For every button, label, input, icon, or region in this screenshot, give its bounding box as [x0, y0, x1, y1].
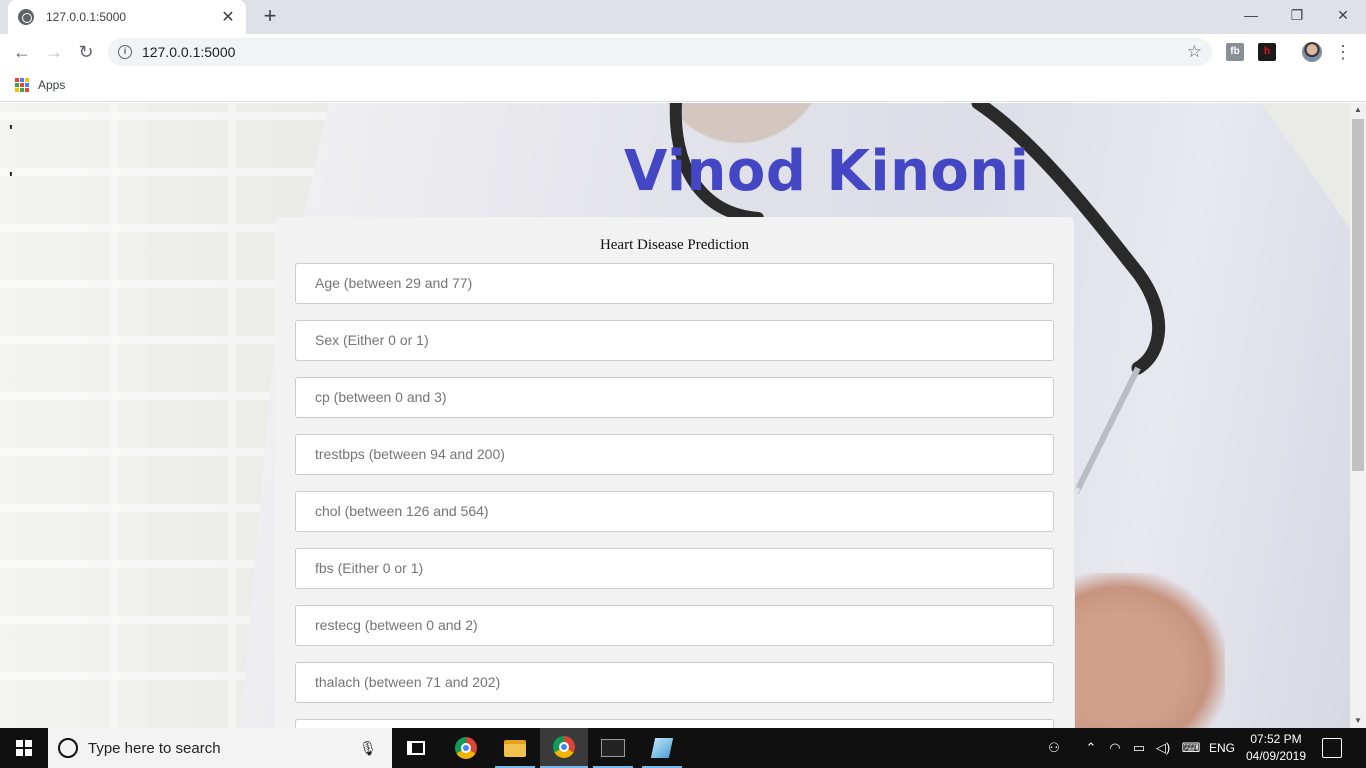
fb-extension-icon[interactable]: fb — [1226, 43, 1244, 61]
taskbar-file-explorer[interactable] — [491, 728, 539, 768]
notepad-icon — [650, 738, 674, 758]
maximize-button[interactable]: ❐ — [1274, 0, 1320, 30]
taskbar-chrome-active[interactable] — [540, 728, 588, 768]
h-extension-icon[interactable]: h — [1258, 43, 1276, 61]
scroll-down-icon[interactable]: ▼ — [1350, 714, 1366, 728]
language-indicator[interactable]: ENG — [1206, 728, 1238, 768]
notification-center-icon[interactable] — [1322, 738, 1342, 758]
thalach-input[interactable]: thalach (between 71 and 202) — [295, 662, 1054, 703]
folder-icon — [504, 739, 526, 757]
apps-grid-icon[interactable] — [15, 78, 29, 92]
restecg-input[interactable]: restecg (between 0 and 2) — [295, 605, 1054, 646]
system-clock[interactable]: 07:52 PM 04/09/2019 — [1236, 731, 1316, 765]
windows-taskbar: Type here to search 🎙 ⚇ ⌃ ◠ ▭ ◁) ⌨ ENG 0… — [0, 728, 1366, 768]
chrome-icon — [553, 736, 575, 758]
form-title: Heart Disease Prediction — [599, 237, 750, 253]
taskbar-chrome-pinned[interactable] — [442, 728, 490, 768]
task-view-button[interactable] — [392, 728, 440, 768]
new-tab-button[interactable]: + — [258, 4, 282, 28]
globe-icon — [18, 9, 34, 25]
trestbps-input[interactable]: trestbps (between 94 and 200) — [295, 434, 1054, 475]
cp-input[interactable]: cp (between 0 and 3) — [295, 377, 1054, 418]
people-icon[interactable]: ⚇ — [1042, 728, 1066, 768]
info-icon[interactable]: i — [118, 45, 132, 59]
profile-avatar[interactable] — [1302, 42, 1322, 62]
address-bar[interactable]: i 127.0.0.1:5000 ☆ — [108, 38, 1212, 66]
search-placeholder[interactable]: Type here to search — [88, 740, 356, 757]
prediction-form-card: Heart Disease Prediction Age (between 29… — [275, 217, 1074, 728]
taskbar-terminal[interactable] — [589, 728, 637, 768]
page-scrollbar[interactable]: ▲ ▼ — [1350, 103, 1366, 728]
page-heading: Vinod Kinoni — [624, 139, 1030, 204]
chrome-icon — [455, 737, 477, 759]
scroll-thumb[interactable] — [1352, 119, 1364, 471]
apps-bookmark[interactable]: Apps — [38, 78, 65, 92]
volume-icon[interactable]: ◁) — [1152, 728, 1174, 768]
minimize-button[interactable]: — — [1228, 0, 1274, 30]
scroll-up-icon[interactable]: ▲ — [1350, 103, 1366, 117]
next-field-input[interactable] — [295, 719, 1054, 728]
wifi-icon[interactable]: ◠ — [1104, 728, 1126, 768]
keyboard-icon[interactable]: ⌨ — [1178, 728, 1204, 768]
forward-arrow-icon[interactable]: → — [42, 40, 66, 64]
tab-title: 127.0.0.1:5000 — [46, 10, 127, 24]
fbs-input[interactable]: fbs (Either 0 or 1) — [295, 548, 1054, 589]
tab-close-icon[interactable]: ✕ — [220, 7, 236, 27]
back-arrow-icon[interactable]: ← — [10, 40, 34, 64]
close-window-button[interactable]: ✕ — [1320, 0, 1366, 30]
taskbar-search[interactable]: Type here to search 🎙 — [48, 728, 392, 768]
age-input[interactable]: Age (between 29 and 77) — [295, 263, 1054, 304]
tab-strip: 127.0.0.1:5000 ✕ + — ❐ ✕ — [0, 0, 1366, 34]
bookmarks-bar: Apps — [0, 70, 1366, 102]
browser-tab[interactable]: 127.0.0.1:5000 ✕ — [8, 0, 246, 34]
clock-date: 04/09/2019 — [1245, 749, 1307, 763]
browser-toolbar: ← → ↻ i 127.0.0.1:5000 ☆ fb h ⋮ — [0, 34, 1366, 70]
reload-icon[interactable]: ↻ — [74, 40, 98, 64]
battery-icon[interactable]: ▭ — [1128, 728, 1150, 768]
terminal-icon — [601, 739, 625, 757]
task-view-icon — [407, 741, 425, 755]
taskbar-notepad[interactable] — [638, 728, 686, 768]
stray-mark: ' — [9, 123, 13, 140]
microphone-icon[interactable]: 🎙 — [356, 740, 380, 757]
chol-input[interactable]: chol (between 126 and 564) — [295, 491, 1054, 532]
page-viewport: ' ' Vinod Kinoni Heart Disease Predictio… — [0, 103, 1350, 728]
kebab-menu-icon[interactable]: ⋮ — [1334, 40, 1352, 64]
stray-mark: ' — [9, 170, 13, 187]
hand-background — [1075, 573, 1225, 728]
bookmark-star-icon[interactable]: ☆ — [1187, 42, 1202, 62]
clock-time: 07:52 PM — [1250, 732, 1302, 746]
chevron-up-icon[interactable]: ⌃ — [1080, 728, 1102, 768]
cortana-icon[interactable] — [58, 738, 78, 758]
url-text[interactable]: 127.0.0.1:5000 — [142, 44, 235, 60]
start-button[interactable] — [0, 728, 48, 768]
sex-input[interactable]: Sex (Either 0 or 1) — [295, 320, 1054, 361]
windows-logo-icon — [16, 740, 32, 756]
